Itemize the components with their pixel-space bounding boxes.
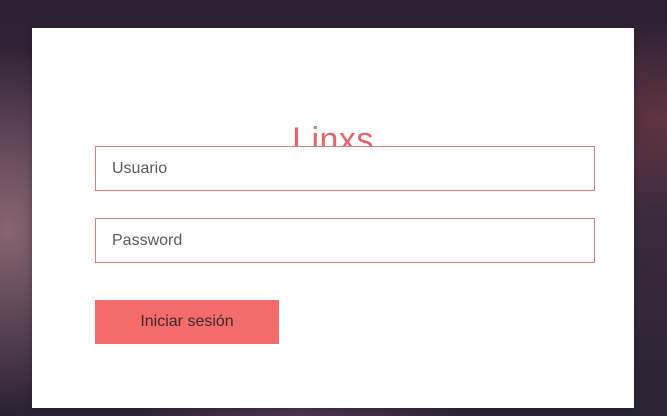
password-input[interactable]: [95, 218, 595, 263]
login-card: Linxs Iniciar sesión: [32, 28, 634, 408]
username-input[interactable]: [95, 146, 595, 191]
login-button[interactable]: Iniciar sesión: [95, 300, 279, 344]
